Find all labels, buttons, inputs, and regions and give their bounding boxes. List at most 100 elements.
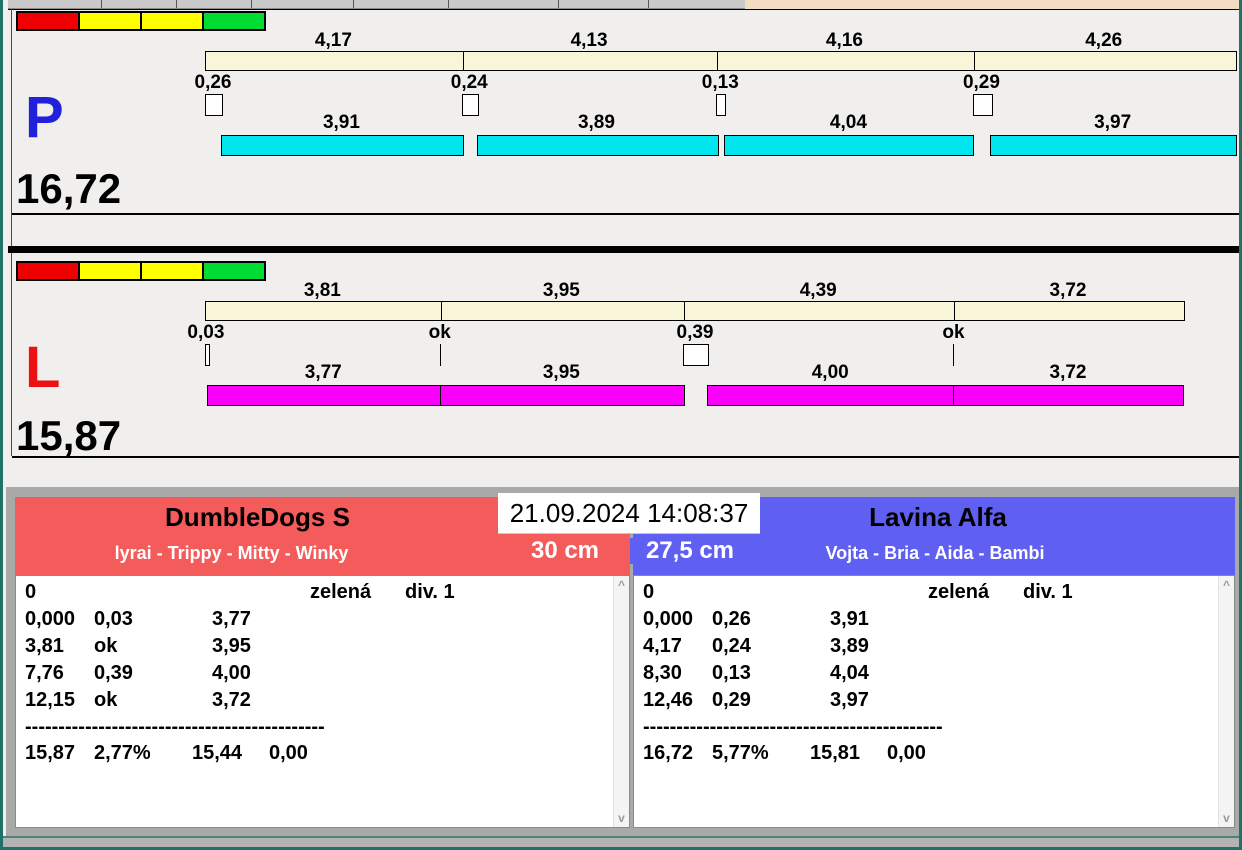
loss-label: 0,13: [675, 73, 765, 92]
table-cell: 15,87: [25, 742, 75, 764]
table-cell: 0,000: [25, 608, 75, 630]
legend-segment-3: [204, 263, 264, 279]
loss-label: 0,24: [424, 73, 514, 92]
flyball-timing-window: P 16,72 4,170,263,914,130,243,894,160,13…: [0, 0, 1242, 850]
clean-time-label: 4,00: [785, 363, 875, 382]
scroll-up-icon[interactable]: ^: [1219, 578, 1234, 592]
scrollbar[interactable]: ^ v: [613, 576, 629, 827]
table-cell: 4,17: [643, 635, 682, 657]
full-time-label: 4,16: [799, 31, 889, 50]
strip-tick: [648, 0, 649, 8]
lane-P: P 16,72 4,170,263,914,130,243,894,160,13…: [3, 9, 1242, 213]
table-cell: 3,91: [830, 608, 869, 630]
full-time-label: 3,81: [277, 281, 367, 300]
segment-divider: [441, 302, 442, 320]
legend-segment-2: [142, 263, 202, 279]
timestamp: 21.09.2024 14:08:37: [498, 493, 760, 534]
loss-label: 0,39: [650, 323, 740, 342]
clean-time-label: 3,95: [516, 363, 606, 382]
loss-marker-box[interactable]: [205, 344, 210, 366]
table-cell: 15,44: [192, 742, 242, 764]
team-dogs: lyrai - Trippy - Mitty - Winky: [15, 543, 448, 563]
team-dogs: Vojta - Bria - Aida - Bambi: [735, 543, 1135, 563]
table-cell: 0,00: [269, 742, 308, 764]
loss-marker-box[interactable]: [973, 94, 993, 116]
table-cell: 4,00: [212, 662, 251, 684]
team-name: Lavina Alfa: [738, 503, 1138, 531]
table-separator: ----------------------------------------…: [25, 717, 330, 737]
clean-time-bar: [221, 135, 464, 156]
table-cell: div. 1: [1023, 581, 1073, 603]
clean-time-bar: [953, 385, 1184, 406]
scroll-down-icon[interactable]: v: [1219, 811, 1234, 825]
legend-segment-2: [142, 13, 202, 29]
full-time-label: 4,17: [288, 31, 378, 50]
loss-label: ok: [395, 323, 485, 342]
jump-height-right: 27,5 cm: [630, 538, 750, 564]
traffic-light-legend: [16, 11, 266, 31]
table-cell: 2,77%: [94, 742, 151, 764]
bottom-status-bar: [3, 838, 1242, 847]
traffic-light-legend: [16, 261, 266, 281]
loss-marker-box[interactable]: [716, 94, 726, 116]
table-cell: ok: [94, 635, 117, 657]
results-table-right[interactable]: ^ v 0zelenádiv. 10,0000,263,914,170,243,…: [633, 575, 1235, 828]
table-cell: 0,03: [94, 608, 133, 630]
clean-time-label: 3,89: [551, 113, 641, 132]
jump-height-left: 30 cm: [500, 538, 630, 564]
scroll-down-icon[interactable]: v: [614, 811, 629, 825]
table-cell: 3,72: [212, 689, 251, 711]
clean-time-label: 4,04: [803, 113, 893, 132]
segment-divider: [954, 302, 955, 320]
lane-total-time: 16,72: [16, 167, 121, 211]
table-cell: 12,15: [25, 689, 75, 711]
table-cell: 0,26: [712, 608, 751, 630]
clean-time-bar: [440, 385, 685, 406]
legend-segment-0: [18, 263, 78, 279]
strip-tick: [353, 0, 354, 8]
strip-tick: [176, 0, 177, 8]
full-time-label: 3,95: [516, 281, 606, 300]
table-cell: 0,000: [643, 608, 693, 630]
ok-tick: [440, 344, 441, 366]
clean-time-label: 3,77: [278, 363, 368, 382]
table-cell: 3,77: [212, 608, 251, 630]
loss-marker-box[interactable]: [462, 94, 479, 116]
scroll-up-icon[interactable]: ^: [614, 578, 629, 592]
table-cell: 16,72: [643, 742, 693, 764]
table-cell: zelená: [928, 581, 989, 603]
strip-tick: [558, 0, 559, 8]
loss-label: ok: [908, 323, 998, 342]
results-table-left[interactable]: ^ v 0zelenádiv. 10,0000,033,773,81ok3,95…: [15, 575, 630, 828]
legend-segment-1: [80, 263, 140, 279]
window-top-strip: [8, 0, 745, 9]
loss-label: 0,29: [936, 73, 1026, 92]
clean-time-bar: [990, 135, 1237, 156]
strip-tick: [448, 0, 449, 8]
table-cell: 3,89: [830, 635, 869, 657]
segment-divider: [974, 52, 975, 70]
loss-marker-box[interactable]: [683, 344, 709, 366]
clean-time-bar: [707, 385, 955, 406]
full-time-label: 4,39: [773, 281, 863, 300]
lane-letter: P: [25, 89, 64, 147]
clean-time-label: 3,91: [296, 113, 386, 132]
lane-letter: L: [25, 339, 60, 397]
team-name: DumbleDogs S: [15, 503, 500, 531]
scrollbar[interactable]: ^ v: [1218, 576, 1234, 827]
clean-time-label: 3,72: [1023, 363, 1113, 382]
full-time-bar: [205, 301, 1185, 321]
full-time-label: 4,26: [1059, 31, 1149, 50]
table-cell: 4,04: [830, 662, 869, 684]
table-cell: 7,76: [25, 662, 64, 684]
table-cell: div. 1: [405, 581, 455, 603]
table-cell: 0,00: [887, 742, 926, 764]
table-cell: zelená: [310, 581, 371, 603]
table-cell: 3,81: [25, 635, 64, 657]
segment-divider: [463, 52, 464, 70]
table-cell: 0,13: [712, 662, 751, 684]
clean-time-label: 3,97: [1068, 113, 1158, 132]
full-time-bar: [205, 51, 1237, 71]
loss-marker-box[interactable]: [205, 94, 223, 116]
clean-time-bar: [477, 135, 719, 156]
